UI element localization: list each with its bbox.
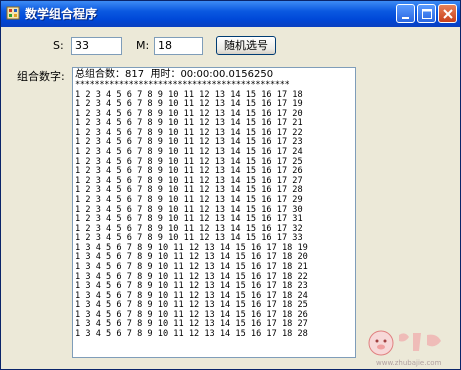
result-textarea[interactable]: 总组合数：817 用时：00:00:00.0156250 ***********… [72,67,356,358]
m-input[interactable]: 18 [154,37,203,55]
app-icon [6,6,20,20]
random-pick-button[interactable]: 随机选号 [216,36,276,55]
window-title: 数学组合程序 [25,7,98,21]
m-label: M: [136,39,150,52]
minimize-icon [402,17,409,19]
title-bar[interactable]: 数学组合程序 [1,1,460,27]
maximize-icon [422,9,432,19]
minimize-button[interactable] [396,4,415,23]
result-line: 1 3 4 5 6 7 8 9 10 11 12 13 14 15 16 17 … [75,329,308,340]
watermark-text: www.zhubajie.com [376,359,442,367]
result-lines: 1 2 3 4 5 6 7 8 9 10 11 12 13 14 15 16 1… [73,90,355,340]
s-input[interactable]: 33 [71,37,122,55]
close-icon [443,9,453,19]
close-button[interactable] [438,4,457,23]
result-label: 组合数字: [17,70,65,83]
maximize-button[interactable] [417,4,436,23]
app-window: 数学组合程序 S: 33 M: 18 随机选号 组合数字: 总组合数：817 用… [0,0,461,370]
s-label: S: [53,39,64,52]
